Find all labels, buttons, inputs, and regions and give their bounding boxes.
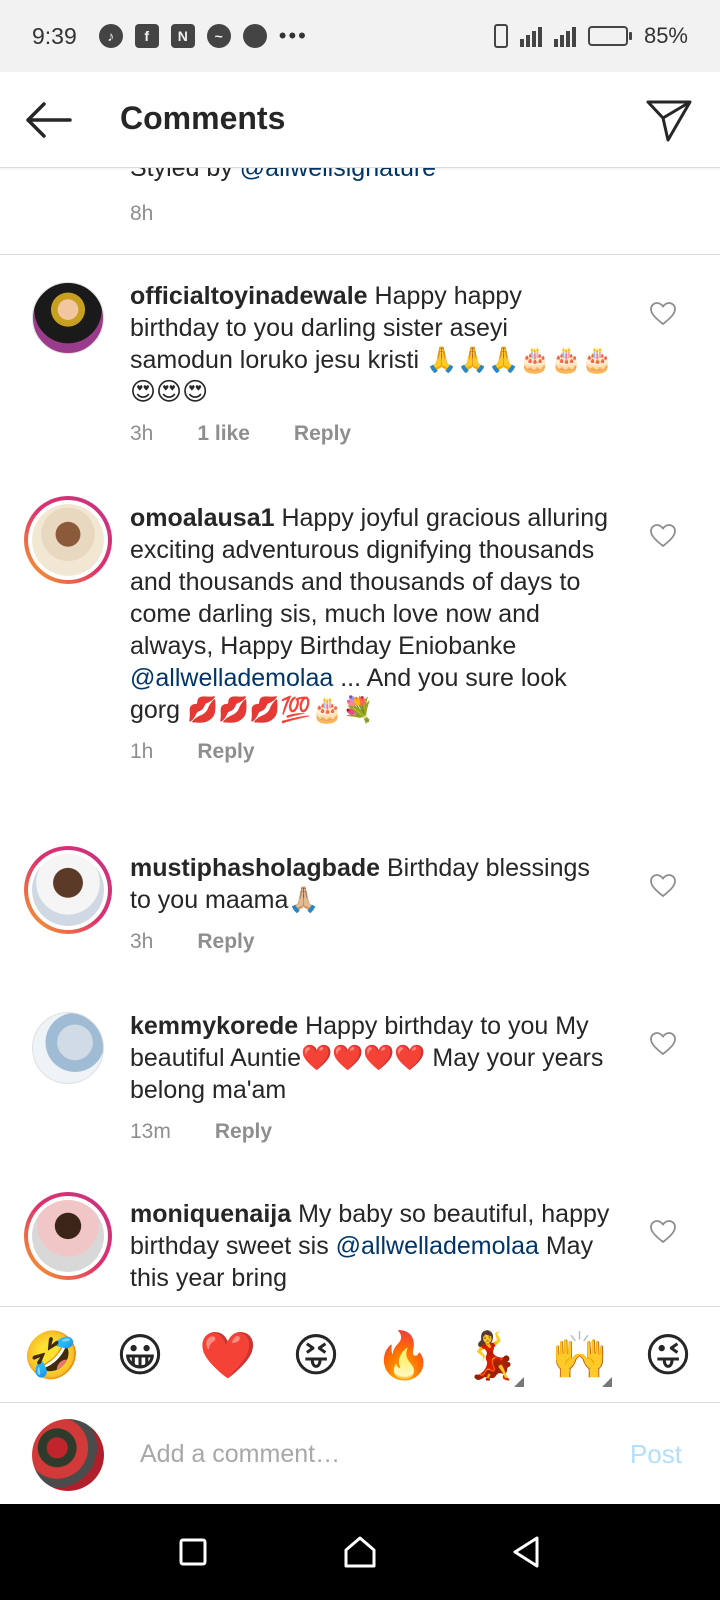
status-bar: 9:39 ♪ f N ~ ••• 85% xyxy=(0,0,720,72)
caption-prefix: Styled by xyxy=(130,168,240,182)
reply-button[interactable]: Reply xyxy=(294,418,351,450)
more-notifications-icon: ••• xyxy=(278,23,308,48)
reply-button[interactable]: Reply xyxy=(215,1116,272,1148)
my-avatar xyxy=(32,1419,104,1491)
header: Comments xyxy=(0,72,720,168)
comment-body: moniquenaija My baby so beautiful, happy… xyxy=(130,1198,615,1294)
avatar-story-ring[interactable] xyxy=(24,496,112,584)
signal-icon xyxy=(519,25,542,47)
recents-square-icon[interactable] xyxy=(171,1530,215,1574)
comment-username[interactable]: mustiphasholagbade xyxy=(130,854,380,882)
comment-username[interactable]: kemmykorede xyxy=(130,1012,298,1040)
comment-body: kemmykorede Happy birthday to you My bea… xyxy=(130,1010,615,1148)
heart-icon[interactable] xyxy=(650,874,676,898)
circle-icon xyxy=(242,24,267,48)
avatar xyxy=(32,1200,104,1272)
facebook-icon: f xyxy=(134,24,159,48)
comment-body: mustiphasholagbade Birthday blessings to… xyxy=(130,852,615,958)
comment-body: omoalausa1 Happy joyful gracious allurin… xyxy=(130,502,615,768)
home-icon[interactable] xyxy=(338,1530,382,1574)
comment-time: 3h xyxy=(130,930,154,953)
reply-button[interactable]: Reply xyxy=(197,736,254,768)
caption-time: 8h xyxy=(130,202,154,225)
skin-tone-indicator-icon xyxy=(602,1376,612,1387)
page-title: Comments xyxy=(120,100,286,136)
emoji-raising-hands-glyph: 🙌 xyxy=(551,1327,609,1382)
avatar-story-ring[interactable] xyxy=(24,1192,112,1280)
comment-username[interactable]: omoalausa1 xyxy=(130,504,275,532)
comment-time: 13m xyxy=(130,1120,171,1143)
comment-input-bar: Post xyxy=(0,1402,720,1504)
emoji-dancer-glyph: 💃 xyxy=(463,1327,521,1382)
heart-icon[interactable] xyxy=(650,302,676,326)
comment-likes[interactable]: 1 like xyxy=(197,418,250,450)
status-right: 85% xyxy=(493,23,688,49)
caption-text: Styled by @allwellsignature xyxy=(130,168,436,184)
comment-mention[interactable]: @allwellademolaa xyxy=(130,664,333,692)
comment-meta: 3h Reply xyxy=(130,926,615,958)
emoji-winking-tongue-button[interactable]: 😜 xyxy=(636,1327,700,1383)
comments-list[interactable]: Styled by @allwellsignature 8h officialt… xyxy=(0,168,720,1306)
battery-icon xyxy=(587,26,632,46)
avatar xyxy=(32,854,104,926)
system-nav-bar xyxy=(0,1504,720,1600)
emoji-tongue-squint-button[interactable]: 😝 xyxy=(284,1327,348,1383)
comment-body: officialtoyinadewale Happy happy birthda… xyxy=(130,280,615,450)
direct-send-icon[interactable] xyxy=(644,96,694,144)
comment-time: 3h xyxy=(130,422,154,445)
comment-time: 1h xyxy=(130,740,154,763)
comment-mention[interactable]: @allwellademolaa xyxy=(336,1232,539,1260)
avatar xyxy=(32,504,104,576)
comment-input[interactable] xyxy=(140,1431,580,1477)
music-icon: ♪ xyxy=(98,24,123,48)
emoji-raising-hands-button[interactable]: 🙌 xyxy=(548,1327,612,1387)
skin-tone-indicator-icon xyxy=(514,1376,524,1387)
emoji-grinning-button[interactable]: 😀 xyxy=(108,1327,172,1383)
emoji-dancer-button[interactable]: 💃 xyxy=(460,1327,524,1387)
signal-icon-2 xyxy=(553,25,576,47)
divider xyxy=(0,254,720,255)
phone-icon xyxy=(493,24,508,48)
emoji-quick-bar: 🤣 😀 ❤️ 😝 🔥 💃 🙌 😜 xyxy=(0,1306,720,1402)
emoji-rofl-button[interactable]: 🤣 xyxy=(20,1327,84,1383)
reply-button[interactable]: Reply xyxy=(197,926,254,958)
back-arrow-icon[interactable] xyxy=(22,98,74,142)
caption-mention[interactable]: @allwellsignature xyxy=(240,168,436,182)
status-time: 9:39 xyxy=(32,22,77,49)
comment-meta: 1h Reply xyxy=(130,736,615,768)
comment-meta: 3h 1 like Reply xyxy=(130,418,615,450)
battery-percent: 85% xyxy=(643,23,688,48)
back-triangle-icon[interactable] xyxy=(505,1530,549,1574)
comment-username[interactable]: officialtoyinadewale xyxy=(130,282,368,310)
avatar-story-ring[interactable] xyxy=(24,846,112,934)
heart-icon[interactable] xyxy=(650,1220,676,1244)
emoji-fire-button[interactable]: 🔥 xyxy=(372,1327,436,1383)
heart-icon[interactable] xyxy=(650,524,676,548)
comment-username[interactable]: moniquenaija xyxy=(130,1200,291,1228)
messenger-icon: ~ xyxy=(206,24,231,48)
avatar[interactable] xyxy=(32,282,104,354)
heart-icon[interactable] xyxy=(650,1032,676,1056)
emoji-heart-button[interactable]: ❤️ xyxy=(196,1327,260,1383)
avatar[interactable] xyxy=(32,1012,104,1084)
post-button[interactable]: Post xyxy=(630,1439,682,1470)
status-left: 9:39 ♪ f N ~ ••• xyxy=(32,23,308,50)
news-icon: N xyxy=(170,24,195,48)
comment-meta: 13m Reply xyxy=(130,1116,615,1148)
